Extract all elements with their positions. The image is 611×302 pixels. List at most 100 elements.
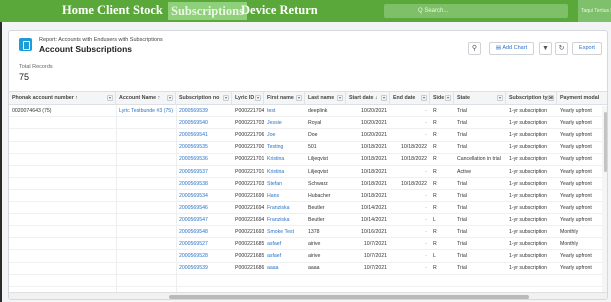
- first-name-link[interactable]: Hans: [264, 191, 305, 202]
- subscription-type-cell: 1-yr subscription: [509, 144, 548, 151]
- page-body: Report: Accounts with Endusers with Subs…: [0, 22, 611, 302]
- last-name-cell: Schwarz: [308, 180, 328, 187]
- col-subscription-no[interactable]: Subscription no ▾: [176, 92, 232, 105]
- vertical-scrollbar[interactable]: [602, 106, 607, 292]
- chevron-down-icon[interactable]: ▾: [107, 95, 113, 101]
- subscription-type-cell: 1-yr subscription: [509, 241, 548, 248]
- subscription-no-link[interactable]: 2000569546: [176, 203, 232, 214]
- first-name-link[interactable]: [264, 275, 305, 286]
- subscription-no-link[interactable]: 2000569536: [176, 154, 232, 165]
- chevron-down-icon[interactable]: ▾: [296, 95, 302, 101]
- chevron-down-icon[interactable]: ▾: [337, 95, 343, 101]
- side-cell: R: [433, 241, 437, 248]
- col-side[interactable]: Side ▾: [430, 92, 454, 105]
- report-title: Account Subscriptions: [39, 44, 133, 54]
- nav-subscriptions[interactable]: Subscriptions: [168, 2, 247, 20]
- first-name-link[interactable]: Joe: [264, 130, 305, 141]
- chevron-down-icon[interactable]: ▾: [497, 95, 503, 101]
- start-date-cell: 10/20/2021: [361, 120, 387, 127]
- subscription-no-link[interactable]: 2000569540: [176, 118, 232, 129]
- first-name-link[interactable]: aaaa: [264, 263, 305, 274]
- first-name-link[interactable]: test: [264, 106, 305, 117]
- col-payment-modal[interactable]: Payment modal: [557, 92, 607, 105]
- first-name-link[interactable]: Kristina: [264, 167, 305, 178]
- first-name-link[interactable]: Stefan: [264, 179, 305, 190]
- refresh-icon[interactable]: ↻: [555, 42, 568, 55]
- chevron-down-icon[interactable]: ▾: [445, 95, 451, 101]
- first-name-link[interactable]: Franziska: [264, 203, 305, 214]
- subscription-no-link[interactable]: 2000569548: [176, 227, 232, 238]
- horizontal-scroll-thumb[interactable]: [169, 295, 529, 299]
- subscription-no-link[interactable]: 2000569538: [176, 179, 232, 190]
- payment-modal-cell: Monthly: [560, 229, 579, 235]
- subscription-no-link[interactable]: 2000569541: [176, 130, 232, 141]
- subscription-type-cell: 1-yr subscription: [509, 192, 548, 199]
- chevron-down-icon[interactable]: ▾: [421, 95, 427, 101]
- first-name-link[interactable]: Testing: [264, 142, 305, 153]
- first-name-link[interactable]: Kristina: [264, 154, 305, 165]
- col-start-date[interactable]: Start date ↓ ▾: [346, 92, 390, 105]
- last-name-cell: Hubacher: [308, 192, 331, 199]
- chevron-down-icon[interactable]: ▾: [381, 95, 387, 101]
- col-label: First name: [267, 95, 294, 101]
- first-name-link[interactable]: Smoke Test: [264, 227, 305, 238]
- state-cell: Trial: [457, 241, 467, 248]
- end-date-cell: -: [425, 216, 427, 223]
- first-name-link[interactable]: Franziska: [264, 215, 305, 226]
- user-menu[interactable]: Taqui Tertius DE: [578, 0, 611, 22]
- col-account-name[interactable]: Account Name ↑ ▾: [116, 92, 176, 105]
- first-name-link[interactable]: asfaef: [264, 251, 305, 262]
- col-phonak-account-number[interactable]: Phonak account number ↑ ▾: [9, 92, 116, 105]
- subscription-no-link[interactable]: 2000569539: [176, 106, 232, 117]
- add-chart-button[interactable]: ▤ Add Chart: [489, 42, 534, 55]
- subscription-no-link[interactable]: 2000569547: [176, 215, 232, 226]
- subscription-no-link[interactable]: [176, 275, 232, 286]
- col-last-name[interactable]: Last name ▾: [305, 92, 346, 105]
- subscription-no-link[interactable]: 2000569534: [176, 191, 232, 202]
- chevron-down-icon[interactable]: ▾: [223, 95, 229, 101]
- last-name-cell: 501: [308, 144, 317, 151]
- subscription-type-cell: 1-yr subscription: [509, 168, 548, 175]
- col-state[interactable]: State ▾: [454, 92, 506, 105]
- filter-icon[interactable]: ▼: [539, 42, 552, 55]
- horizontal-scrollbar[interactable]: [9, 292, 607, 299]
- col-label: Account Name: [119, 95, 157, 101]
- subscription-no-link[interactable]: 2000569535: [176, 142, 232, 153]
- first-name-link[interactable]: Jessie: [264, 118, 305, 129]
- table-row: 2000569527 P000221685 asfaef airive 10/7/202…: [9, 239, 607, 251]
- payment-modal-cell: Yearly upfront: [560, 180, 592, 187]
- nav-device-return[interactable]: Device Return: [241, 3, 318, 18]
- subscription-type-cell: 1-yr subscription: [509, 132, 548, 139]
- chevron-down-icon[interactable]: ▾: [167, 95, 173, 101]
- export-button[interactable]: Export: [572, 42, 602, 55]
- subscription-type-cell: [506, 275, 557, 286]
- col-subscription-type[interactable]: Subscription type ▾: [506, 92, 557, 105]
- nav-stock[interactable]: Stock: [133, 3, 163, 18]
- chevron-down-icon[interactable]: ▾: [548, 95, 554, 101]
- col-first-name[interactable]: First name ▾: [264, 92, 305, 105]
- global-search-input[interactable]: Q Search...: [384, 4, 568, 18]
- first-name-link[interactable]: asfaef: [264, 239, 305, 250]
- last-name-cell: Liljeqvist: [308, 156, 328, 163]
- vertical-scroll-thumb[interactable]: [604, 112, 607, 172]
- col-lyric-id[interactable]: Lyric ID ▾: [232, 92, 264, 105]
- side-cell: R: [433, 120, 437, 127]
- last-name-cell: aaaa: [308, 265, 320, 272]
- subscription-no-link[interactable]: 2000569528: [176, 251, 232, 262]
- account-name-link[interactable]: Lyric Testbunde #3 (75): [116, 106, 176, 117]
- lyric-id-cell: P000221694: [235, 204, 264, 211]
- nav-client[interactable]: Client: [97, 3, 130, 18]
- subscription-no-link[interactable]: 2000569537: [176, 167, 232, 178]
- total-records-value: 75: [19, 72, 30, 82]
- start-date-cell: 10/14/2021: [361, 216, 387, 223]
- subscription-no-link[interactable]: 2000569539: [176, 263, 232, 274]
- chevron-down-icon[interactable]: ▾: [255, 95, 261, 101]
- payment-modal-cell: Yearly upfront: [560, 192, 592, 199]
- col-end-date[interactable]: End date ▾: [390, 92, 430, 105]
- subscription-type-cell: 1-yr subscription: [509, 108, 548, 114]
- search-icon[interactable]: ⚲: [468, 42, 481, 55]
- report-card: Report: Accounts with Endusers with Subs…: [8, 30, 608, 300]
- subscription-type-cell: 1-yr subscription: [509, 216, 548, 223]
- subscription-no-link[interactable]: 2000569527: [176, 239, 232, 250]
- nav-home[interactable]: Home: [62, 3, 94, 18]
